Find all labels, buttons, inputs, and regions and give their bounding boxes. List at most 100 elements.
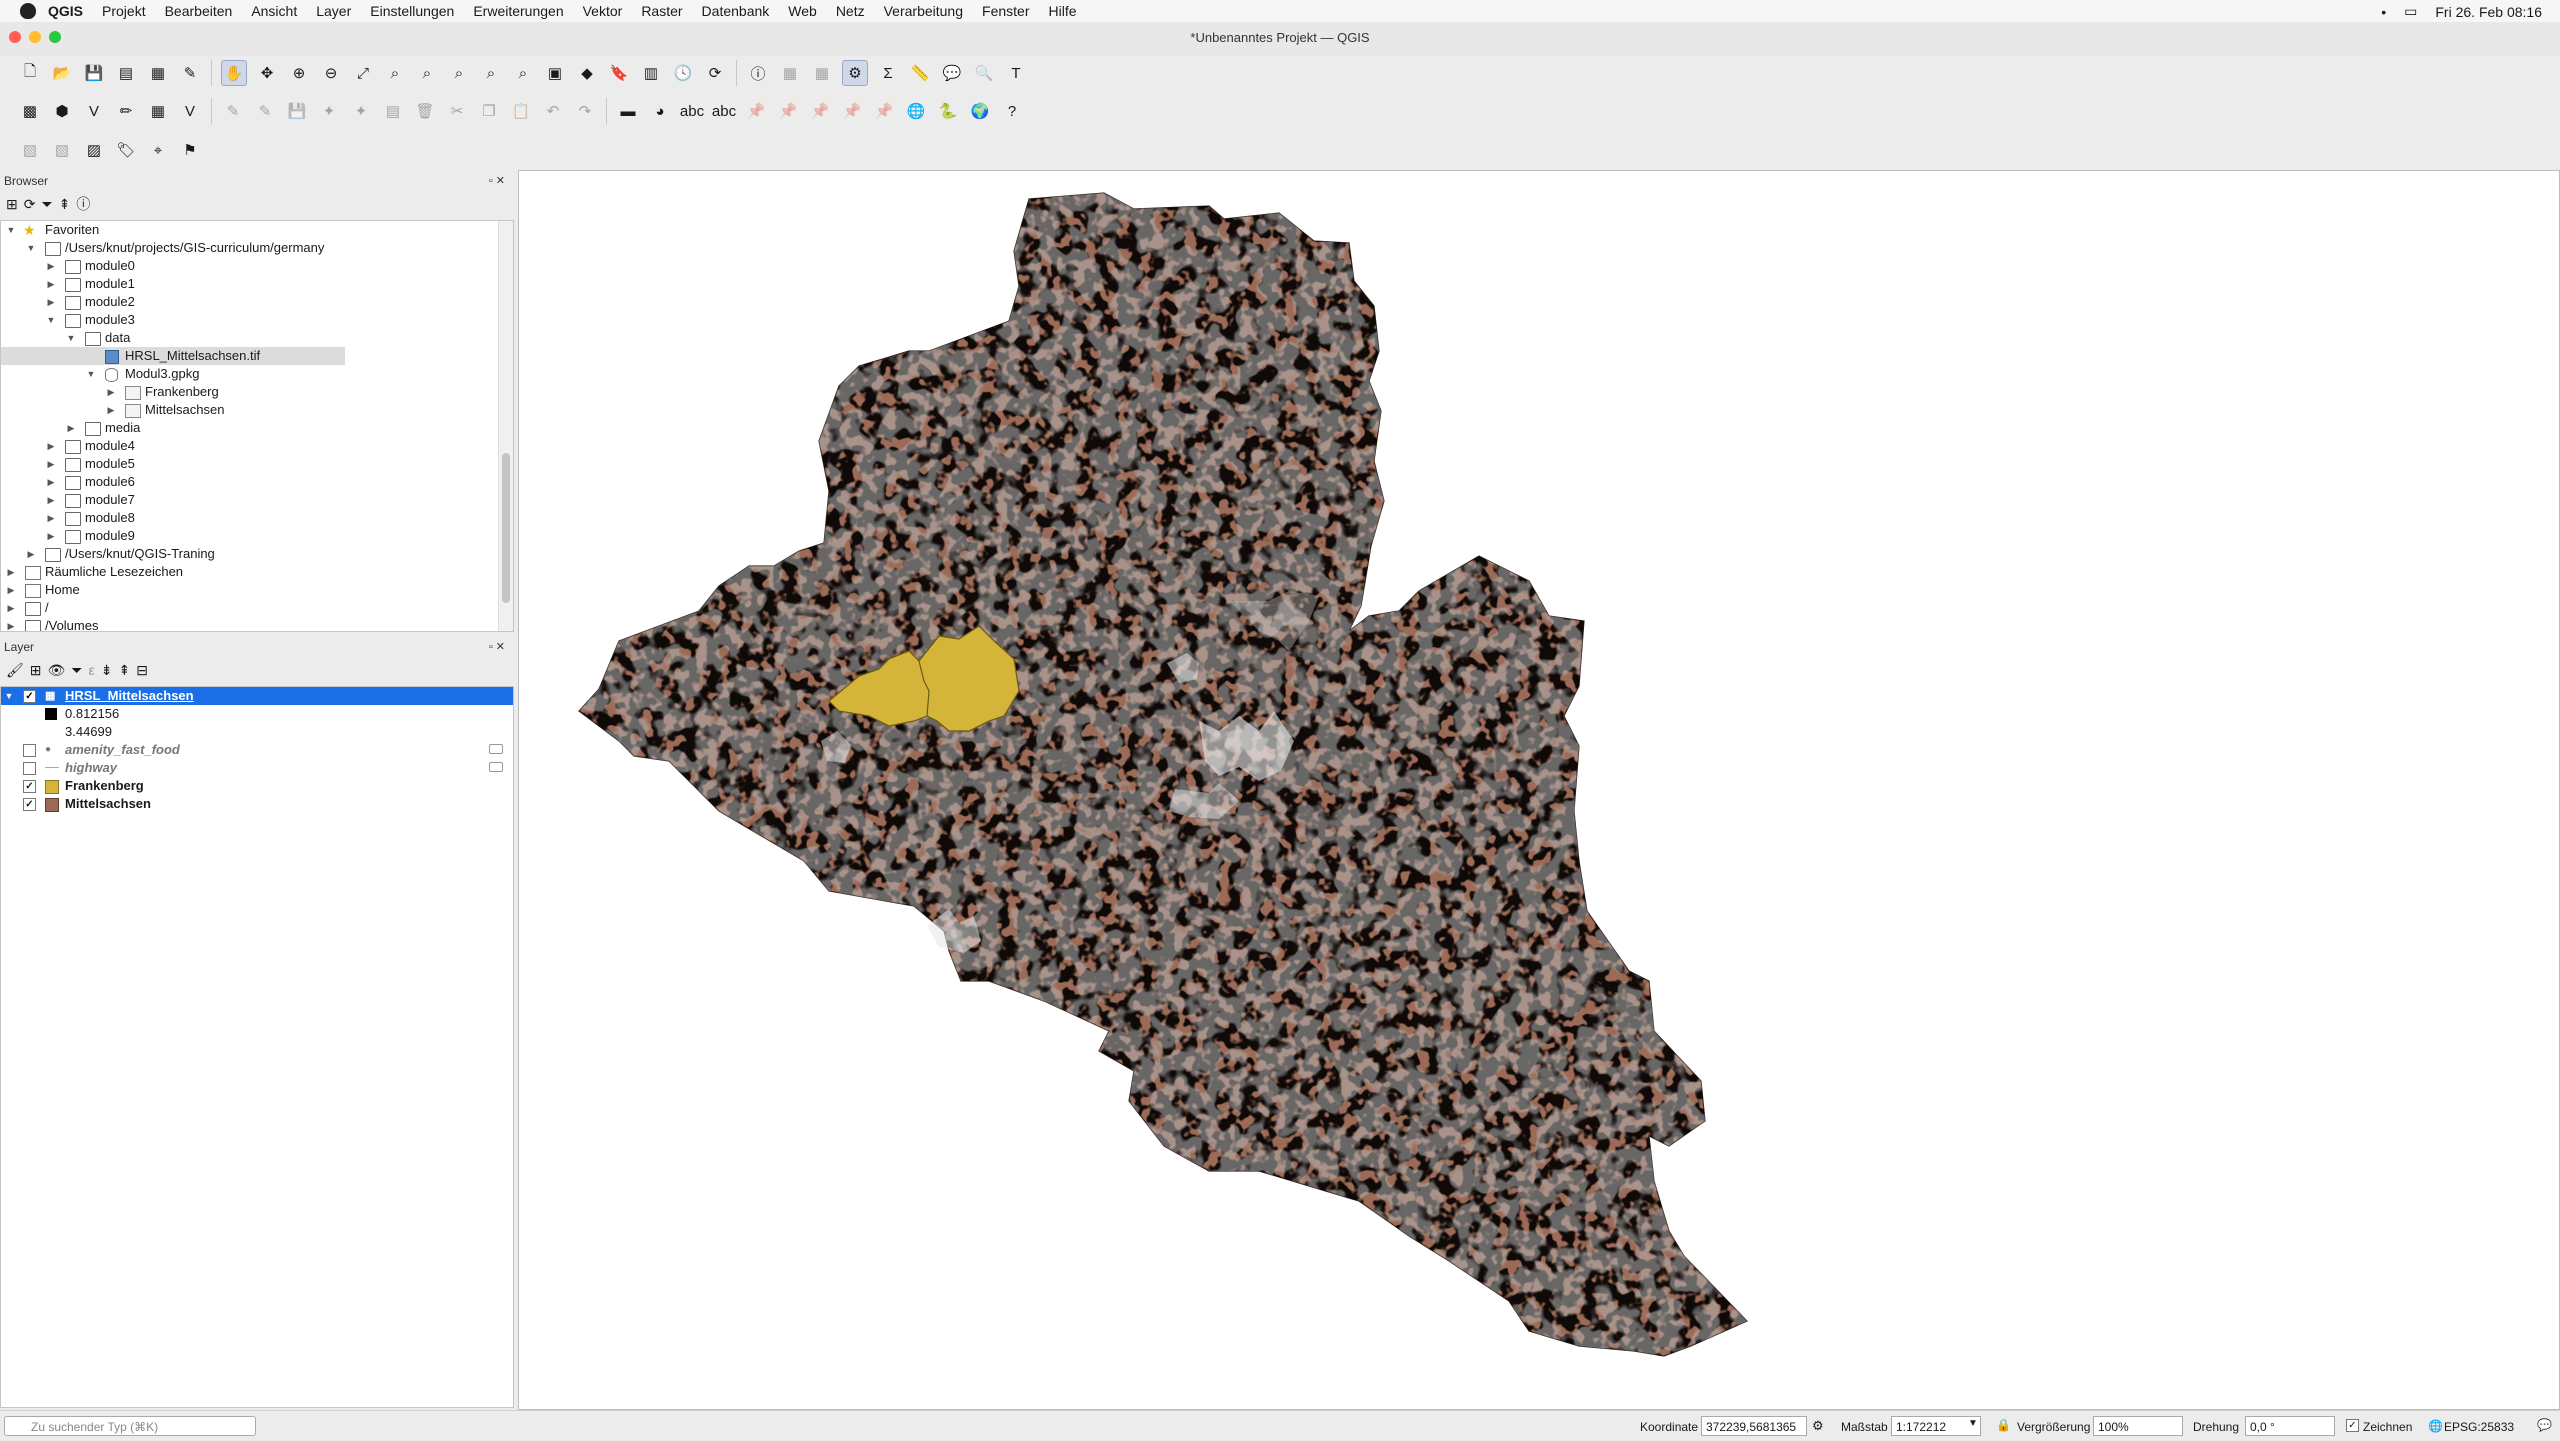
- vertex-tool-icon[interactable]: ✦: [349, 99, 373, 123]
- tree-item-home[interactable]: ▶ Home: [1, 581, 499, 599]
- layer-fastfood-checkbox[interactable]: [23, 744, 36, 757]
- filter-browser-icon[interactable]: ⏷: [41, 196, 52, 213]
- menu-datenbank[interactable]: Datenbank: [702, 3, 770, 19]
- menu-hilfe[interactable]: Hilfe: [1048, 3, 1076, 19]
- drehung-spinbox[interactable]: 0,0 °: [2245, 1416, 2335, 1436]
- chevron-down-icon[interactable]: ▼: [1968, 1418, 1978, 1429]
- layer-frankenberg-checkbox[interactable]: ✓: [23, 780, 36, 793]
- new-map-view-icon[interactable]: ▣: [543, 61, 567, 85]
- show-bookmarks-icon[interactable]: ▥: [639, 61, 663, 85]
- move-label-icon[interactable]: 📌: [808, 99, 832, 123]
- collapse-all-layers-icon[interactable]: ⇞: [118, 662, 130, 679]
- layer-highway[interactable]: highway: [1, 759, 513, 777]
- menu-projekt[interactable]: Projekt: [102, 3, 146, 19]
- control-center-icon[interactable]: •: [2381, 4, 2386, 20]
- menu-vektor[interactable]: Vektor: [583, 3, 623, 19]
- layer-fastfood[interactable]: ● amenity_fast_food: [1, 741, 513, 759]
- label-toolbar-icon[interactable]: abc: [680, 99, 704, 123]
- tree-item-mittelsachsen[interactable]: ▶ Mittelsachsen: [1, 401, 499, 419]
- menu-layer[interactable]: Layer: [316, 3, 351, 19]
- zoom-full-icon[interactable]: ⤢: [351, 61, 375, 85]
- show-hide-label-icon[interactable]: 📌: [776, 99, 800, 123]
- zoom-in-icon[interactable]: ⊕: [287, 61, 311, 85]
- menu-fenster[interactable]: Fenster: [982, 3, 1029, 19]
- add-geopackage-icon[interactable]: ⬢: [50, 99, 74, 123]
- tree-item-root[interactable]: ▶ /: [1, 599, 499, 617]
- python-icon[interactable]: 🐍: [936, 99, 960, 123]
- tree-item-hrsl-tif[interactable]: HRSL_Mittelsachsen.tif: [1, 347, 345, 365]
- layer-mittelsachsen-checkbox[interactable]: ✓: [23, 798, 36, 811]
- processing-model-icon[interactable]: ⚑: [178, 138, 202, 162]
- new-3d-view-icon[interactable]: ◆: [575, 61, 599, 85]
- refresh-icon[interactable]: ⟳: [703, 61, 727, 85]
- map-svg[interactable]: [519, 171, 2559, 1409]
- tree-item-media[interactable]: ▶ media: [1, 419, 499, 437]
- tree-item-module2[interactable]: ▶ module2: [1, 293, 499, 311]
- zoom-out-icon[interactable]: ⊖: [319, 61, 343, 85]
- lock-scale-icon[interactable]: 🔒: [1996, 1418, 2011, 1432]
- delete-selected-icon[interactable]: 🗑: [413, 99, 437, 123]
- select-by-value-icon[interactable]: 🏷: [114, 138, 138, 162]
- cut-features-icon[interactable]: ✂: [445, 99, 469, 123]
- tree-item-qgis-traning[interactable]: ▶/Users/knut/QGIS-Traning: [1, 545, 499, 563]
- add-selected-layers-icon[interactable]: ⊞: [6, 196, 18, 213]
- style-manager-icon[interactable]: ✎: [178, 61, 202, 85]
- layer-frankenberg[interactable]: ✓ Frankenberg: [1, 777, 513, 795]
- diagram-tool-icon[interactable]: ◕: [648, 99, 672, 123]
- locator-search-input[interactable]: Zu suchender Typ (⌘K): [4, 1416, 256, 1436]
- copy-features-icon[interactable]: ❐: [477, 99, 501, 123]
- tree-item-module3[interactable]: ▼ module3: [1, 311, 499, 329]
- modify-attributes-icon[interactable]: ▤: [381, 99, 405, 123]
- tree-item-germany[interactable]: ▼/Users/knut/projects/GIS-curriculum/ger…: [1, 239, 499, 257]
- toggle-extents-icon[interactable]: ⚙: [1812, 1418, 1824, 1434]
- panel-float-close-icon[interactable]: ▫✕: [489, 174, 508, 187]
- save-edits-icon[interactable]: 💾: [285, 99, 309, 123]
- messages-icon[interactable]: 💬: [2537, 1418, 2552, 1432]
- select-by-expression-icon[interactable]: ▨: [82, 138, 106, 162]
- zeichnen-checkbox[interactable]: ✓: [2346, 1419, 2359, 1432]
- virtual-layer-icon[interactable]: V: [178, 99, 202, 123]
- map-canvas[interactable]: [518, 170, 2560, 1410]
- layer-panel-float-close-icon[interactable]: ▫✕: [489, 640, 508, 653]
- pan-map-icon[interactable]: ✋: [221, 60, 247, 86]
- filter-expression-icon[interactable]: ε: [89, 662, 95, 678]
- toggle-editing-icon[interactable]: ✎: [253, 99, 277, 123]
- edit-pencil-icon[interactable]: ✎: [221, 99, 245, 123]
- redo-icon[interactable]: ↷: [573, 99, 597, 123]
- tree-item-module1[interactable]: ▶ module1: [1, 275, 499, 293]
- expand-all-icon[interactable]: ⇟: [101, 662, 113, 679]
- zoom-native-icon[interactable]: ⌕: [447, 61, 471, 85]
- zoom-to-layer-icon[interactable]: ⌕: [415, 61, 439, 85]
- browser-scrollbar[interactable]: [498, 221, 513, 631]
- tree-item-volumes[interactable]: ▶/Volumes: [1, 617, 499, 631]
- tree-item-module9[interactable]: ▶ module9: [1, 527, 499, 545]
- layer-highway-checkbox[interactable]: [23, 762, 36, 775]
- map-tips-icon[interactable]: 💬: [940, 61, 964, 85]
- apple-icon[interactable]: [20, 3, 36, 19]
- pin-label-icon[interactable]: 📌: [744, 99, 768, 123]
- new-layout-icon[interactable]: ▤: [114, 61, 138, 85]
- tree-item-frankenberg[interactable]: ▶ Frankenberg: [1, 383, 499, 401]
- display-icon[interactable]: ▭: [2404, 3, 2417, 20]
- deselect-features-icon[interactable]: ▧: [50, 138, 74, 162]
- koordinate-field[interactable]: 372239,5681365: [1701, 1416, 1807, 1436]
- locator-icon[interactable]: ⌖: [146, 138, 170, 162]
- tree-item-favoriten[interactable]: ▼ ★ Favoriten: [1, 221, 499, 239]
- field-calculator-icon[interactable]: ▦: [810, 61, 834, 85]
- select-zoom-icon[interactable]: 🔍: [972, 61, 996, 85]
- menu-bearbeiten[interactable]: Bearbeiten: [165, 3, 233, 19]
- pan-to-selection-icon[interactable]: ✥: [255, 61, 279, 85]
- tree-item-module6[interactable]: ▶ module6: [1, 473, 499, 491]
- open-project-icon[interactable]: 📂: [50, 61, 74, 85]
- tree-item-module7[interactable]: ▶ module7: [1, 491, 499, 509]
- menu-netz[interactable]: Netz: [836, 3, 865, 19]
- menu-ansicht[interactable]: Ansicht: [251, 3, 297, 19]
- collapse-all-icon[interactable]: ⇞: [59, 196, 71, 213]
- tree-item-lesezeichen[interactable]: ▶ Räumliche Lesezeichen: [1, 563, 499, 581]
- zoom-next-icon[interactable]: ⌕: [511, 61, 535, 85]
- metasearch-icon[interactable]: 🌍: [968, 99, 992, 123]
- label-tool-icon[interactable]: ▬: [616, 99, 640, 123]
- manage-themes-icon[interactable]: 👁: [48, 662, 66, 679]
- layer-hrsl-checkbox[interactable]: ✓: [23, 690, 36, 703]
- enable-properties-icon[interactable]: ⓘ: [76, 194, 90, 214]
